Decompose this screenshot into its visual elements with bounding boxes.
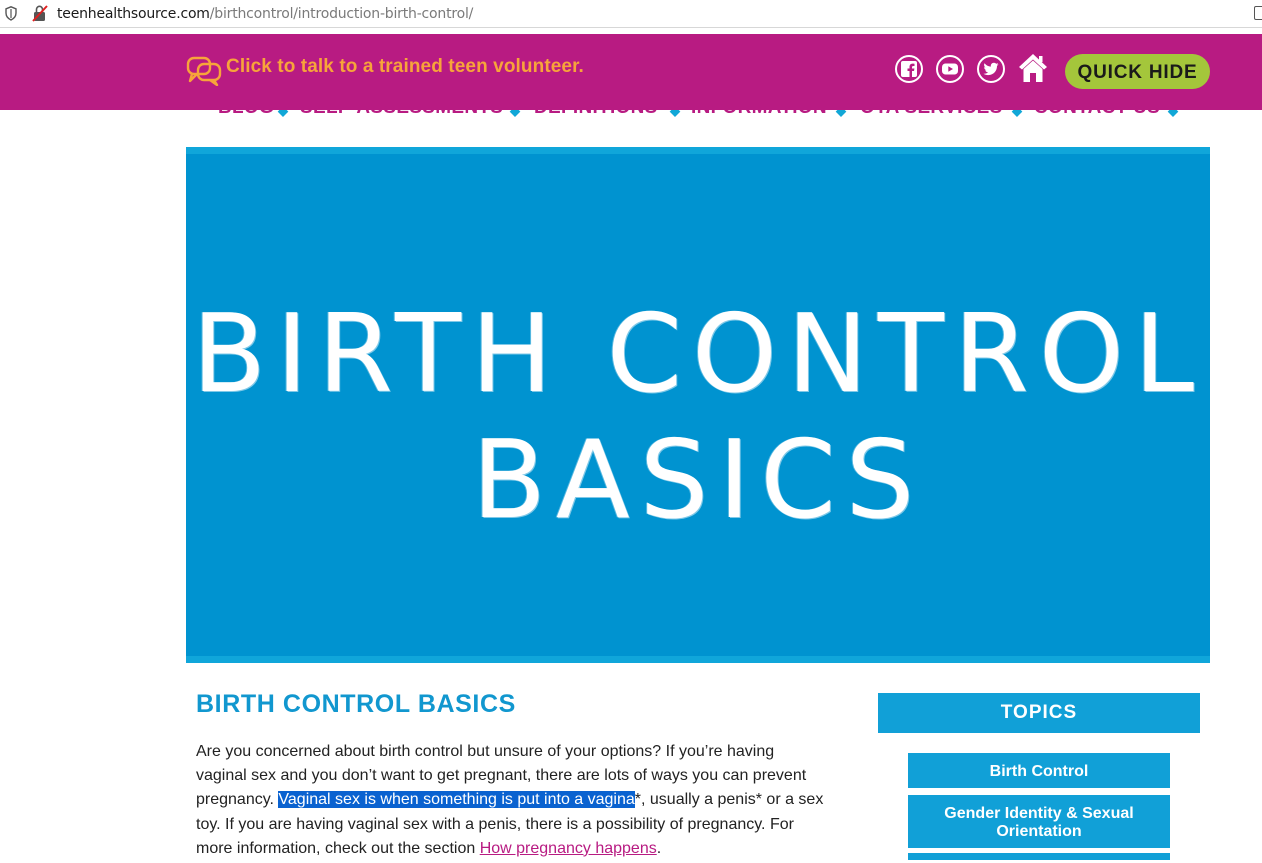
selected-text: Vaginal sex is when something is put int… xyxy=(278,791,635,809)
browser-url-bar[interactable]: teenhealthsource.com/birthcontrol/introd… xyxy=(0,0,1262,28)
chat-volunteer-link[interactable]: Click to talk to a trained teen voluntee… xyxy=(226,56,584,78)
hero-title-line1: BIRTH CONTROL xyxy=(191,292,1205,417)
site-header: Click to talk to a trained teen voluntee… xyxy=(0,34,1262,110)
hero-banner: BIRTH CONTROL BASICS xyxy=(186,147,1210,663)
youtube-icon xyxy=(942,63,958,75)
article-paragraph: Are you concerned about birth control bu… xyxy=(196,740,826,861)
page-title: BIRTH CONTROL BASICS xyxy=(196,690,516,718)
chat-bubbles-icon[interactable] xyxy=(186,54,222,86)
topic-birth-control[interactable]: Birth Control xyxy=(908,753,1170,791)
quick-hide-button[interactable]: QUICK HIDE xyxy=(1065,54,1210,89)
hero-title-line2: BASICS xyxy=(471,418,925,543)
sidebar-toggle-icon[interactable] xyxy=(1254,6,1262,20)
topic-gender-identity[interactable]: Gender Identity & Sexual Orientation xyxy=(908,795,1170,851)
youtube-link[interactable] xyxy=(936,55,964,83)
topic-next-partial[interactable] xyxy=(908,853,1170,863)
twitter-link[interactable] xyxy=(977,55,1005,83)
paragraph-text: . xyxy=(656,839,662,857)
insecure-lock-icon[interactable] xyxy=(32,5,48,22)
url-path: /birthcontrol/introduction-birth-control… xyxy=(209,6,474,22)
facebook-link[interactable] xyxy=(895,55,923,83)
facebook-icon xyxy=(901,61,917,77)
twitter-icon xyxy=(983,62,999,76)
topics-heading: TOPICS xyxy=(878,693,1200,733)
url-text[interactable]: teenhealthsource.com/birthcontrol/introd… xyxy=(57,6,473,22)
home-icon[interactable] xyxy=(1017,52,1049,84)
how-pregnancy-happens-link[interactable]: How pregnancy happens xyxy=(480,840,657,857)
url-domain: teenhealthsource.com xyxy=(57,6,210,22)
shield-icon[interactable] xyxy=(5,6,17,21)
